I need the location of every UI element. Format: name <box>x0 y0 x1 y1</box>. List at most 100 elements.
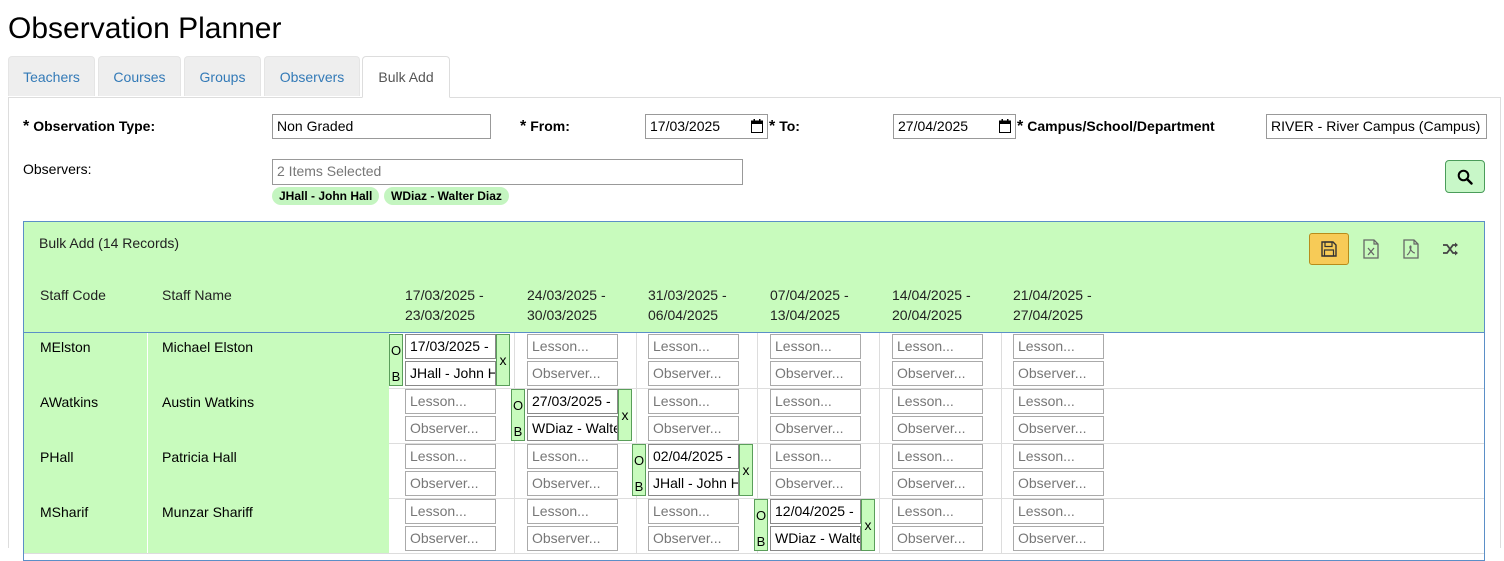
lesson-input[interactable]: Lesson... <box>648 499 739 524</box>
observer-input[interactable]: Observer... <box>770 361 861 386</box>
lesson-input[interactable]: Lesson... <box>770 389 861 414</box>
header-staff-name[interactable]: Staff Name <box>162 285 232 305</box>
week-divider <box>1001 388 1002 443</box>
observer-input[interactable]: Observer... <box>770 471 861 496</box>
header-week[interactable]: 24/03/2025 -30/03/2025 <box>527 285 606 325</box>
observer-chip[interactable]: JHall - John Hall <box>272 187 380 205</box>
observer-input[interactable]: Observer... <box>405 526 496 551</box>
observer-input[interactable]: Observer... <box>892 361 983 386</box>
save-button[interactable] <box>1309 233 1349 265</box>
lesson-input[interactable]: Lesson... <box>405 389 496 414</box>
observers-multiselect[interactable]: 2 Items Selected <box>272 159 743 185</box>
observer-input[interactable]: WDiaz - Walter Diaz <box>770 526 861 551</box>
observer-input[interactable]: Observer... <box>648 361 739 386</box>
lesson-input[interactable]: 12/04/2025 - <box>770 499 861 524</box>
observer-input[interactable]: Observer... <box>770 416 861 441</box>
observer-input[interactable]: Observer... <box>892 416 983 441</box>
observer-input[interactable]: JHall - John Hall <box>405 361 496 386</box>
observer-chip[interactable]: WDiaz - Walter Diaz <box>384 187 509 205</box>
lesson-input[interactable]: Lesson... <box>1013 444 1104 469</box>
lesson-input[interactable]: Lesson... <box>527 334 618 359</box>
tab-observers[interactable]: Observers <box>264 56 360 96</box>
pdf-export-button[interactable] <box>1391 233 1431 265</box>
week-divider <box>514 443 515 498</box>
week-divider <box>879 388 880 443</box>
observer-input[interactable]: Observer... <box>1013 361 1104 386</box>
to-date-value: 27/04/2025 <box>898 118 969 134</box>
observer-input[interactable]: JHall - John Hall <box>648 471 739 496</box>
search-icon <box>1457 169 1473 185</box>
observer-input[interactable]: Observer... <box>892 526 983 551</box>
header-week[interactable]: 17/03/2025 -23/03/2025 <box>405 285 484 325</box>
header-week[interactable]: 31/03/2025 -06/04/2025 <box>648 285 727 325</box>
column-divider <box>147 443 148 498</box>
lesson-input[interactable]: Lesson... <box>892 499 983 524</box>
lesson-input[interactable]: Lesson... <box>527 499 618 524</box>
remove-assignment-button[interactable]: x <box>861 499 875 551</box>
observer-input[interactable]: Observer... <box>527 526 618 551</box>
calendar-icon[interactable] <box>999 119 1011 133</box>
from-date-input[interactable]: 17/03/2025 <box>645 114 768 139</box>
shuffle-button[interactable] <box>1431 233 1471 265</box>
lesson-input[interactable]: Lesson... <box>770 444 861 469</box>
search-button[interactable] <box>1445 160 1485 193</box>
observer-input[interactable]: Observer... <box>1013 471 1104 496</box>
ob-badge: OB <box>389 334 403 386</box>
pdf-export-icon <box>1403 239 1419 259</box>
lesson-input[interactable]: Lesson... <box>892 389 983 414</box>
lesson-input[interactable]: Lesson... <box>405 499 496 524</box>
table-row: MSharif Munzar Shariff Lesson... Observer..… <box>24 498 1484 554</box>
lesson-input[interactable]: 27/03/2025 - <box>527 389 618 414</box>
lesson-input[interactable]: Lesson... <box>770 334 861 359</box>
lesson-input[interactable]: Lesson... <box>405 444 496 469</box>
observer-input[interactable]: Observer... <box>527 471 618 496</box>
lesson-input[interactable]: Lesson... <box>892 444 983 469</box>
tab-teachers[interactable]: Teachers <box>8 56 95 96</box>
staff-code: AWatkins <box>40 394 99 410</box>
observation-type-select[interactable]: Non Graded <box>272 114 491 139</box>
remove-assignment-button[interactable]: x <box>739 444 753 496</box>
campus-select[interactable]: RIVER - River Campus (Campus) <box>1266 114 1487 139</box>
week-divider <box>879 498 880 553</box>
lesson-input[interactable]: Lesson... <box>1013 389 1104 414</box>
week-divider <box>757 333 758 388</box>
ob-letter: O <box>633 453 645 468</box>
tab-groups[interactable]: Groups <box>184 56 261 96</box>
header-staff-code[interactable]: Staff Code <box>40 285 106 305</box>
ob-letter: B <box>391 369 401 384</box>
lesson-input[interactable]: Lesson... <box>527 444 618 469</box>
observer-input[interactable]: Observer... <box>1013 526 1104 551</box>
lesson-input[interactable]: 02/04/2025 - <box>648 444 739 469</box>
bulk-add-grid: Bulk Add (14 Records) Staff Code Staff N… <box>23 221 1485 561</box>
lesson-input[interactable]: Lesson... <box>1013 334 1104 359</box>
tab-courses[interactable]: Courses <box>98 56 181 96</box>
lesson-input[interactable]: Lesson... <box>892 334 983 359</box>
observation-type-label: * Observation Type: <box>23 118 156 135</box>
header-week[interactable]: 21/04/2025 -27/04/2025 <box>1013 285 1092 325</box>
to-date-input[interactable]: 27/04/2025 <box>893 114 1016 139</box>
observer-input[interactable]: Observer... <box>405 471 496 496</box>
observer-input[interactable]: Observer... <box>648 416 739 441</box>
observer-input[interactable]: WDiaz - Walter Diaz <box>527 416 618 441</box>
remove-assignment-button[interactable]: x <box>496 334 510 386</box>
lesson-input[interactable]: Lesson... <box>648 389 739 414</box>
excel-export-button[interactable] <box>1351 233 1391 265</box>
remove-assignment-button[interactable]: x <box>618 389 632 441</box>
table-row: AWatkins Austin Watkins Lesson... Observer.… <box>24 388 1484 444</box>
header-week[interactable]: 14/04/2025 -20/04/2025 <box>892 285 971 325</box>
observer-input[interactable]: Observer... <box>1013 416 1104 441</box>
grid-header: Bulk Add (14 Records) Staff Code Staff N… <box>24 222 1484 333</box>
column-divider <box>147 388 148 443</box>
observer-input[interactable]: Observer... <box>527 361 618 386</box>
observer-input[interactable]: Observer... <box>648 526 739 551</box>
week-divider <box>1001 333 1002 388</box>
tab-bulk-add[interactable]: Bulk Add <box>362 56 450 98</box>
lesson-input[interactable]: Lesson... <box>1013 499 1104 524</box>
header-week[interactable]: 07/04/2025 -13/04/2025 <box>770 285 849 325</box>
calendar-icon[interactable] <box>751 119 763 133</box>
observer-input[interactable]: Observer... <box>892 471 983 496</box>
staff-code: MElston <box>40 339 91 355</box>
lesson-input[interactable]: Lesson... <box>648 334 739 359</box>
observer-input[interactable]: Observer... <box>405 416 496 441</box>
lesson-input[interactable]: 17/03/2025 - <box>405 334 496 359</box>
